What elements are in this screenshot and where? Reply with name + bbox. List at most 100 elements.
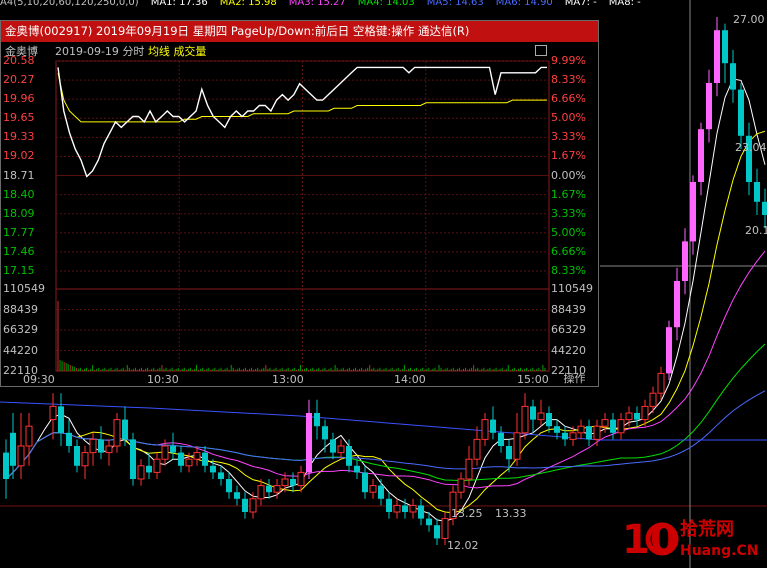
percent-axis-label: 1.67% bbox=[551, 149, 586, 163]
price-axis-label: 19.33 bbox=[3, 130, 35, 144]
candle bbox=[257, 485, 265, 500]
candle bbox=[754, 182, 760, 202]
candle bbox=[193, 452, 201, 460]
candle bbox=[66, 432, 72, 446]
candle bbox=[10, 432, 16, 466]
price-axis-label: 20.27 bbox=[3, 73, 35, 87]
candle bbox=[730, 63, 736, 90]
candle bbox=[81, 452, 89, 467]
candle bbox=[322, 426, 328, 440]
volume-axis-label: 66329 bbox=[551, 323, 586, 336]
candle bbox=[153, 458, 161, 473]
candle bbox=[105, 445, 113, 454]
ma-value-5: MA5: 14.63 bbox=[426, 0, 484, 8]
candle bbox=[674, 281, 680, 328]
candle bbox=[130, 439, 136, 479]
chart-frame bbox=[55, 60, 550, 372]
candle bbox=[490, 419, 496, 433]
price-axis-label: 19.96 bbox=[3, 92, 35, 106]
candle bbox=[3, 452, 9, 479]
candle bbox=[690, 182, 696, 242]
candle bbox=[418, 505, 424, 519]
candle bbox=[513, 432, 521, 460]
kline-price-23-label: 23.04 bbox=[735, 141, 767, 154]
candle bbox=[137, 465, 145, 480]
site-logo: 10 拾荒网 Huang.CN bbox=[622, 513, 762, 563]
candle bbox=[393, 504, 401, 513]
candle bbox=[441, 518, 449, 539]
candle bbox=[506, 446, 512, 460]
percent-axis-label: 5.00% bbox=[551, 225, 586, 239]
candle bbox=[498, 432, 504, 446]
candle bbox=[281, 478, 289, 487]
candle bbox=[98, 439, 104, 453]
candle bbox=[273, 485, 281, 493]
volume-axis-label: 88439 bbox=[3, 302, 38, 316]
price-axis-label: 17.77 bbox=[3, 225, 35, 239]
candle bbox=[698, 129, 704, 182]
percent-axis-label: 6.66% bbox=[551, 244, 586, 258]
candle bbox=[402, 505, 408, 512]
candle bbox=[473, 438, 481, 460]
volume-axis-label: 66329 bbox=[3, 323, 38, 336]
kline-range-low-label: 13.25 bbox=[451, 507, 483, 520]
intraday-chart bbox=[55, 60, 550, 372]
candle bbox=[666, 327, 672, 374]
candle bbox=[146, 465, 152, 473]
price-axis-label: 17.46 bbox=[3, 244, 35, 258]
candle bbox=[682, 241, 688, 281]
candle bbox=[378, 485, 384, 499]
price-axis-label: 18.71 bbox=[3, 168, 35, 182]
percent-axis-label: 5.00% bbox=[551, 111, 586, 125]
candle bbox=[577, 425, 585, 434]
candle bbox=[330, 439, 336, 453]
candle bbox=[161, 445, 169, 460]
operate-button[interactable]: 操作 bbox=[551, 371, 598, 387]
price-axis-label: 19.02 bbox=[3, 149, 35, 163]
candle bbox=[634, 413, 640, 420]
candle bbox=[434, 525, 440, 539]
candle bbox=[297, 471, 305, 487]
candle bbox=[185, 458, 193, 467]
intraday-popup[interactable]: 金奥博(002917) 2019年09月19日 星期四 PageUp/Down:… bbox=[0, 20, 599, 387]
ma-value-7: MA7: - bbox=[564, 0, 597, 8]
candle bbox=[617, 419, 625, 434]
percent-axis-label: 9.99% bbox=[551, 54, 586, 67]
candle bbox=[465, 458, 473, 480]
candle bbox=[610, 419, 616, 433]
candle bbox=[426, 518, 432, 526]
candle bbox=[113, 419, 121, 447]
candle bbox=[266, 485, 272, 493]
candle bbox=[314, 413, 320, 427]
candle bbox=[457, 478, 465, 493]
candle bbox=[649, 392, 657, 407]
candle bbox=[234, 492, 240, 499]
candle bbox=[218, 472, 224, 479]
logo-text-en: Huang.CN bbox=[680, 543, 758, 559]
candle bbox=[290, 479, 296, 486]
ma-value-2: MA2: 15.98 bbox=[219, 0, 277, 8]
candle bbox=[521, 405, 529, 434]
candle bbox=[625, 412, 633, 421]
ma-value-1: MA1: 17.36 bbox=[150, 0, 208, 8]
candle bbox=[593, 425, 601, 440]
candle bbox=[409, 504, 417, 513]
candle bbox=[202, 452, 208, 466]
candle bbox=[354, 465, 360, 473]
candle bbox=[362, 472, 368, 493]
candle bbox=[386, 498, 392, 512]
candle bbox=[569, 432, 577, 440]
candle bbox=[530, 406, 536, 420]
price-axis-label: 19.65 bbox=[3, 111, 35, 125]
candle bbox=[586, 426, 592, 440]
candle bbox=[337, 445, 345, 454]
percent-axis-label: 3.33% bbox=[551, 130, 586, 144]
time-axis-label: 15:00 bbox=[517, 373, 549, 386]
percent-axis-label: 1.67% bbox=[551, 187, 586, 201]
percent-axis-label: 3.33% bbox=[551, 206, 586, 220]
candle bbox=[554, 426, 560, 433]
candle bbox=[562, 432, 568, 440]
candle bbox=[49, 405, 57, 421]
percent-axis-label: 8.33% bbox=[551, 264, 586, 277]
kline-high-label: 27.00 bbox=[733, 13, 765, 26]
